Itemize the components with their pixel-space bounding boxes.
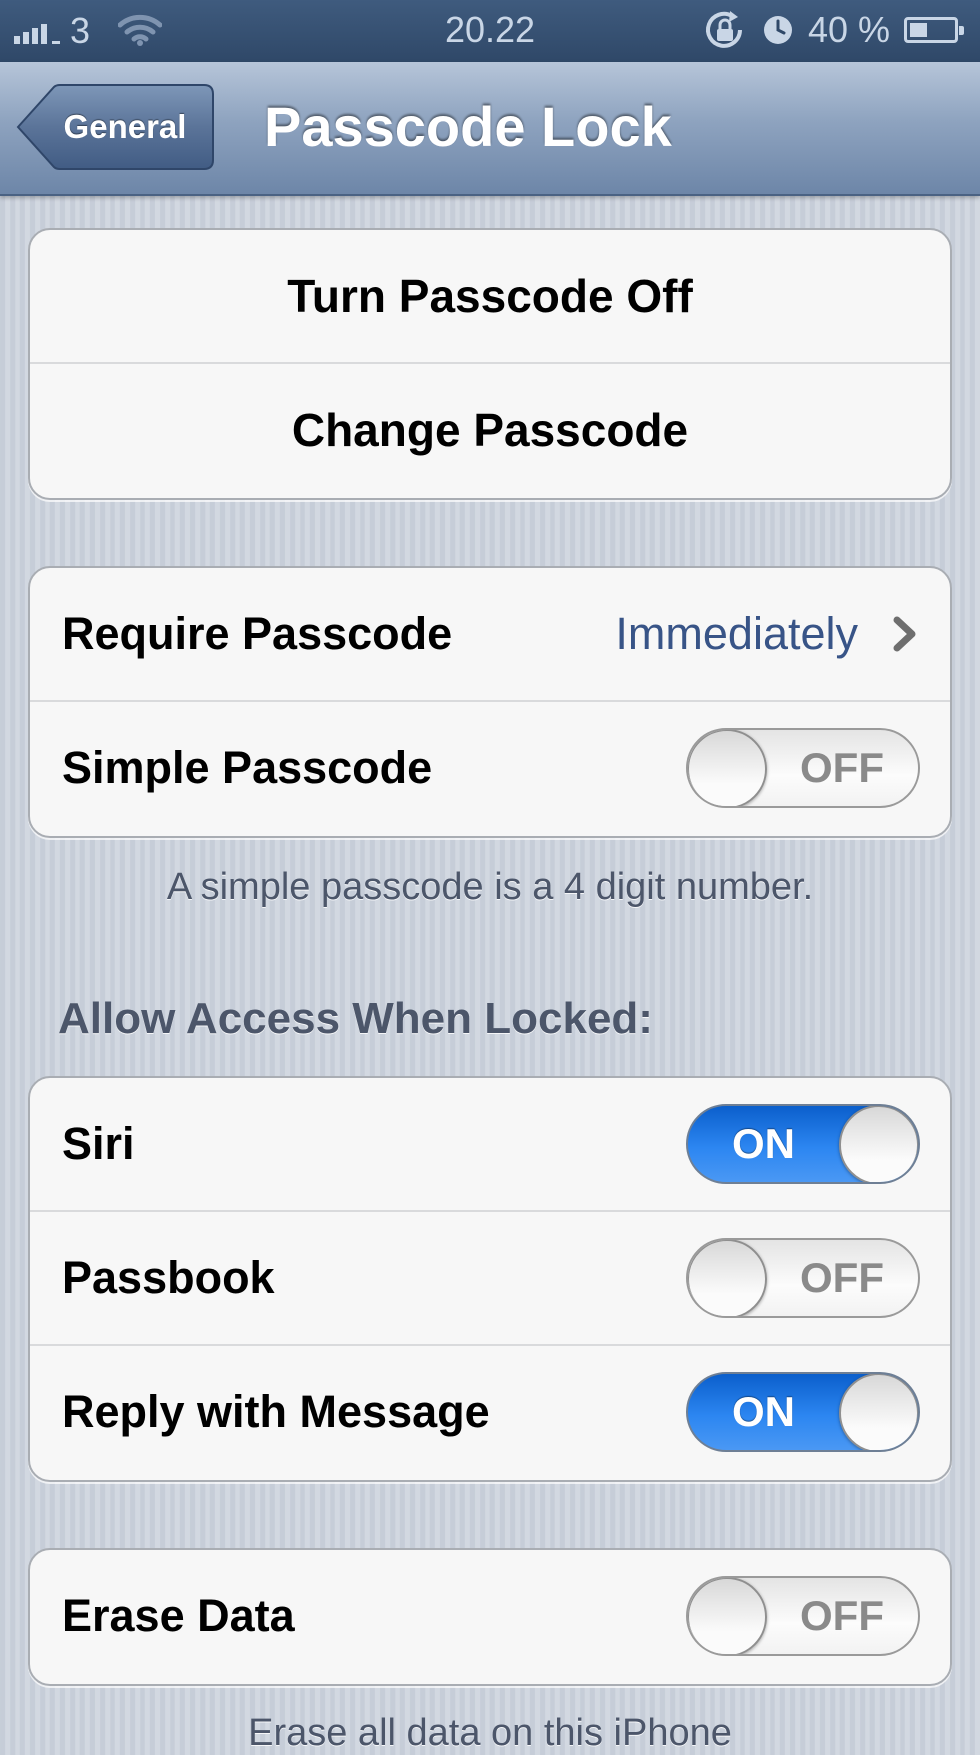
alarm-clock-icon <box>763 16 792 44</box>
allow-access-group: Siri ON Passbook OFF Reply with Message … <box>28 1076 952 1482</box>
reply-with-message-row: Reply with Message ON <box>30 1346 950 1480</box>
toggle-state-text: ON <box>732 1388 795 1435</box>
siri-row: Siri ON <box>30 1078 950 1212</box>
chevron-right-icon <box>893 616 916 652</box>
turn-passcode-off-button[interactable]: Turn Passcode Off <box>30 230 950 364</box>
passcode-actions-group: Turn Passcode Off Change Passcode <box>28 228 952 500</box>
reply-with-message-label: Reply with Message <box>62 1386 490 1437</box>
back-button-label: General <box>63 108 187 145</box>
back-button[interactable]: General <box>16 84 214 170</box>
passbook-label: Passbook <box>62 1252 275 1303</box>
erase-data-footnote: Erase all data on this iPhone <box>248 1712 732 1754</box>
toggle-knob <box>839 1374 918 1450</box>
allow-access-header: Allow Access When Locked: <box>58 994 653 1043</box>
status-right: 40 % <box>702 8 966 52</box>
simple-passcode-toggle[interactable]: OFF <box>686 728 920 808</box>
simple-passcode-row: Simple Passcode OFF <box>30 702 950 836</box>
toggle-state-text: OFF <box>800 1592 884 1639</box>
battery-icon <box>904 17 964 43</box>
siri-label: Siri <box>62 1118 135 1169</box>
toggle-knob <box>688 1240 767 1316</box>
require-passcode-label: Require Passcode <box>62 608 453 659</box>
erase-data-toggle[interactable]: OFF <box>686 1576 920 1656</box>
passbook-row: Passbook OFF <box>30 1212 950 1346</box>
erase-data-label: Erase Data <box>62 1590 295 1641</box>
simple-passcode-footnote: A simple passcode is a 4 digit number. <box>166 866 814 908</box>
rotation-lock-icon <box>705 11 742 48</box>
erase-data-row: Erase Data OFF <box>30 1550 950 1684</box>
toggle-state-text: ON <box>732 1120 795 1167</box>
page-title: Passcode Lock <box>264 95 672 158</box>
toggle-state-text: OFF <box>800 744 884 791</box>
status-bar: 3 20.22 40 % <box>0 0 980 62</box>
toggle-state-text: OFF <box>800 1254 884 1301</box>
toggle-knob <box>839 1106 918 1182</box>
passcode-settings-group: Require Passcode Immediately Simple Pass… <box>28 566 952 838</box>
siri-toggle[interactable]: ON <box>686 1104 920 1184</box>
battery-percent: 40 % <box>807 9 890 50</box>
require-passcode-row[interactable]: Require Passcode Immediately <box>30 568 950 702</box>
battery-fill <box>910 23 927 37</box>
change-passcode-button[interactable]: Change Passcode <box>30 364 950 498</box>
navigation-bar: General Passcode Lock <box>0 62 980 196</box>
reply-with-message-toggle[interactable]: ON <box>686 1372 920 1452</box>
toggle-knob <box>688 730 767 806</box>
simple-passcode-label: Simple Passcode <box>62 742 433 793</box>
passbook-toggle[interactable]: OFF <box>686 1238 920 1318</box>
toggle-knob <box>688 1578 767 1654</box>
require-passcode-value: Immediately <box>615 608 858 659</box>
erase-data-group: Erase Data OFF <box>28 1548 952 1686</box>
